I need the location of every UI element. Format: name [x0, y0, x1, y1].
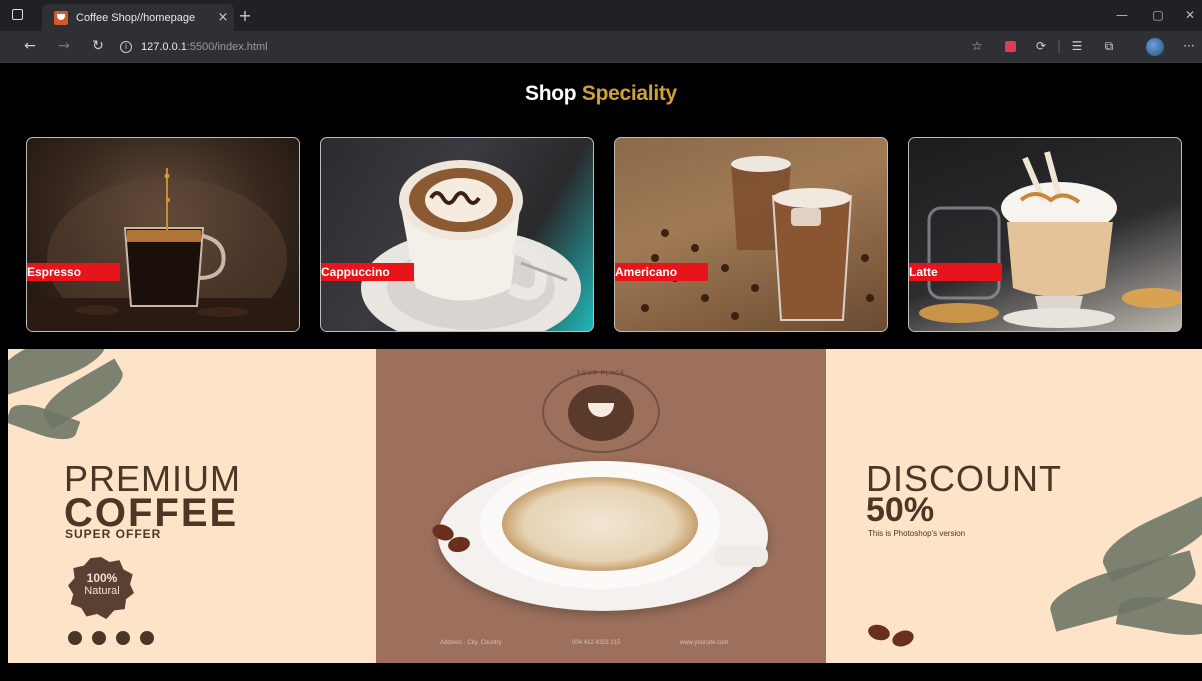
facebook-icon: [92, 631, 106, 645]
site-info-icon[interactable]: i: [120, 41, 132, 53]
favorite-add-icon[interactable]: ☆: [968, 39, 986, 53]
close-tab-icon[interactable]: ×: [212, 10, 234, 25]
reload-button[interactable]: ↻: [88, 38, 108, 54]
address-toolbar: ← → ↻ i 127.0.0.1 :5500/index.html ☆ ⟳ |…: [0, 31, 1202, 63]
toolbar-separator: |: [1056, 39, 1062, 53]
coffee-bean-icon: [890, 627, 916, 650]
web-page: Shop Speciality Espresso Cappuccino Amer…: [0, 64, 1202, 681]
section-heading: Shop Speciality: [0, 82, 1202, 106]
banner-note: This is Photoshop's version: [868, 529, 966, 538]
cappuccino-image: [361, 160, 581, 331]
collections-icon[interactable]: ⧉: [1100, 39, 1118, 54]
coffee-bean-icon: [866, 622, 892, 643]
heading-shop: Shop: [525, 82, 577, 105]
americano-image: [641, 156, 874, 321]
seal-percent: 100%: [86, 571, 118, 585]
favicon-icon: [54, 10, 68, 25]
instagram-icon: [68, 631, 82, 645]
favorites-icon[interactable]: ☰: [1068, 39, 1086, 53]
footer-address: Address - City, Country: [440, 640, 502, 646]
card-espresso[interactable]: Espresso: [26, 137, 300, 332]
new-tab-button[interactable]: +: [236, 6, 254, 25]
promo-banner: PREMIUM COFFEE SUPER OFFER 100% Natural …: [8, 349, 1202, 663]
title-bar: Coffee Shop//homepage × + — ▢ ✕: [0, 0, 1202, 31]
close-window-button[interactable]: ✕: [1180, 8, 1200, 22]
more-icon[interactable]: ···: [1180, 39, 1198, 53]
espresso-image: [27, 168, 299, 331]
banner-fifty-percent: 50%: [866, 491, 935, 529]
twitter-icon: [116, 631, 130, 645]
card-label: Americano: [615, 263, 708, 281]
card-label: Espresso: [27, 263, 120, 281]
tab-title: Coffee Shop//homepage: [76, 11, 196, 24]
profile-icon[interactable]: [1146, 38, 1164, 56]
footer-website: www.yoursite.com: [680, 640, 729, 646]
url-host: 127.0.0.1: [141, 41, 187, 53]
url-path: :5500/index.html: [186, 41, 268, 53]
extensions-icon[interactable]: ⟳: [1032, 39, 1050, 53]
back-button[interactable]: ←: [20, 38, 40, 54]
tab-actions-icon[interactable]: [12, 9, 23, 20]
latte-image: [919, 151, 1181, 328]
coffee-surface: [502, 477, 698, 571]
leaf-decoration: [1115, 590, 1202, 642]
seal-natural: Natural: [84, 585, 120, 597]
maximize-button[interactable]: ▢: [1148, 8, 1168, 22]
card-label: Latte: [909, 263, 1002, 281]
cup-handle: [714, 545, 768, 567]
card-americano[interactable]: Americano: [614, 137, 888, 332]
banner-super-offer: SUPER OFFER: [65, 527, 162, 541]
minimize-button[interactable]: —: [1112, 8, 1132, 22]
tab-coffee-shop[interactable]: Coffee Shop//homepage ×: [42, 4, 234, 31]
forward-button[interactable]: →: [54, 38, 74, 54]
extension-icon[interactable]: [1005, 41, 1016, 52]
social-icon: [140, 631, 154, 645]
heading-speciality: Speciality: [581, 82, 677, 105]
card-latte[interactable]: Latte: [908, 137, 1182, 332]
footer-phone: 004 412 4323 215: [572, 640, 621, 646]
card-cappuccino[interactable]: Cappuccino: [320, 137, 594, 332]
logo-text: YOUR PLACE: [576, 371, 626, 377]
card-label: Cappuccino: [321, 263, 414, 281]
browser-window: Coffee Shop//homepage × + — ▢ ✕ ← → ↻ i …: [0, 0, 1202, 681]
